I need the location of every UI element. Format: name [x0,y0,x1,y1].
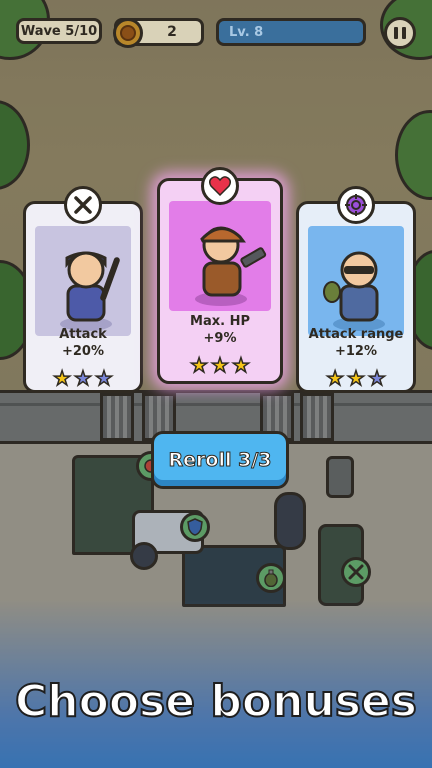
range-badge [337,186,375,224]
soldier-portrait [169,201,271,311]
hp-badge [201,167,239,205]
reroll-button[interactable]: Reroll 3/3 [151,431,289,489]
coin-icon [113,18,143,48]
level-bar: Lv. 8 [216,18,366,46]
star-icon: ★ [231,353,250,377]
bonus-card-attack[interactable]: Attack +20% ★ ★ ★ [23,186,143,393]
soldier-illustration [323,251,385,331]
star-icon: ★ [367,366,386,390]
pause-icon [394,27,398,39]
crosshair-icon [345,194,367,216]
crossed-swords-icon [74,196,92,214]
soldier-illustration [195,226,267,306]
card-title: Max. HP [190,314,250,329]
card-title: Attack range [308,327,404,342]
coin-count: 2 [167,24,177,40]
star-icon: ★ [73,366,92,390]
star-rating: ★ ★ ★ [299,366,413,390]
soldier-portrait [35,226,131,336]
coin-counter: 2 [113,18,204,48]
pause-icon [402,27,406,39]
soldier-portrait [308,226,404,336]
star-rating: ★ ★ ★ [26,366,140,390]
star-icon: ★ [346,366,365,390]
star-icon: ★ [94,366,113,390]
card-title: Attack [59,327,107,342]
star-icon: ★ [325,366,345,390]
attack-badge [64,186,102,224]
card-value: +12% [334,344,377,359]
bonus-card-attack-range[interactable]: Attack range +12% ★ ★ ★ [296,186,416,393]
wave-label: Wave 5/10 [20,23,98,39]
pause-button[interactable] [384,17,416,49]
heart-icon [209,176,231,196]
reroll-label: Reroll 3/3 [168,449,272,472]
star-rating: ★ ★ ★ [160,353,280,377]
star-icon: ★ [52,366,72,390]
card-value: +9% [203,331,237,346]
soldier-illustration [60,251,120,331]
level-label: Lv. 8 [229,24,264,40]
star-icon: ★ [210,353,229,377]
promo-caption: Choose bonuses [14,675,418,728]
wave-counter: Wave 5/10 [16,18,102,44]
card-value: +20% [61,344,104,359]
bonus-card-max-hp[interactable]: Max. HP +9% ★ ★ ★ [157,167,283,384]
star-icon: ★ [189,353,209,377]
